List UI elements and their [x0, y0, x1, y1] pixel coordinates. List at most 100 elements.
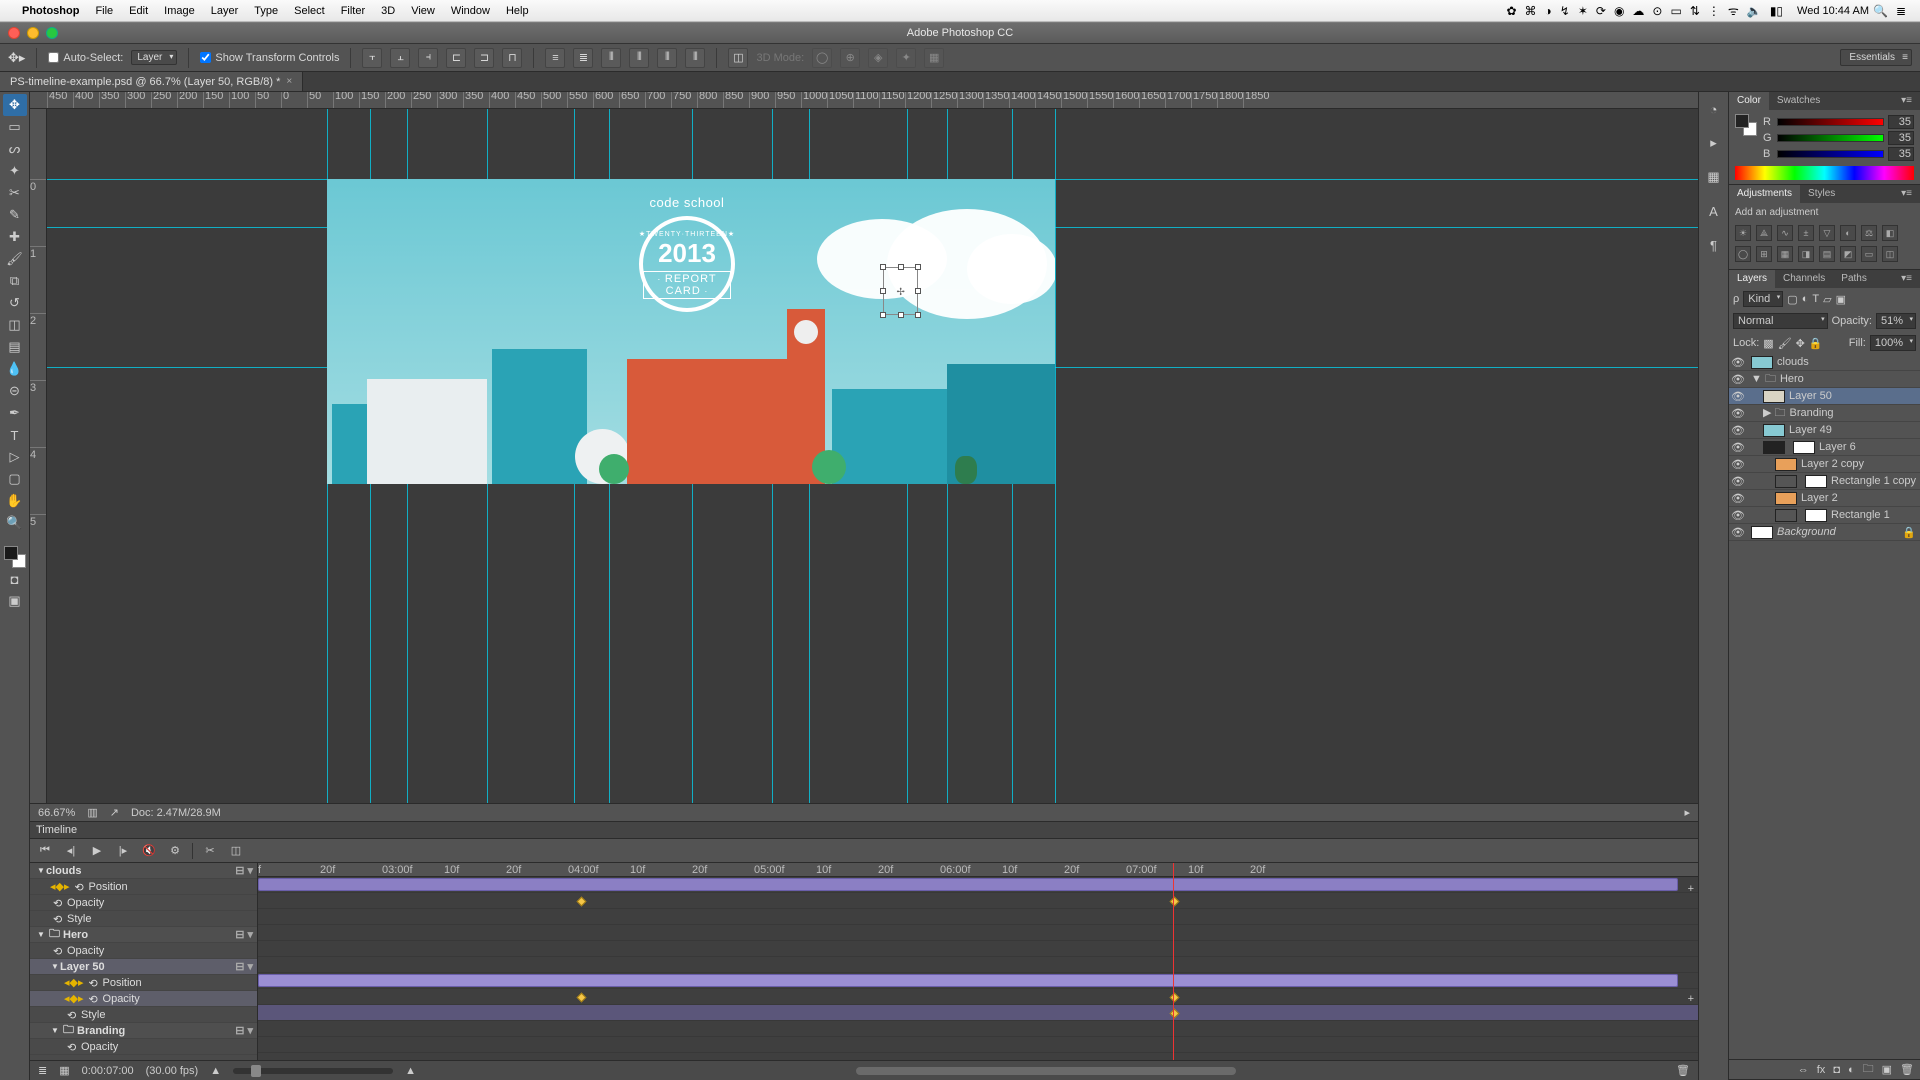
mask-icon[interactable]: ◘	[1833, 1064, 1840, 1076]
vertical-ruler[interactable]: 012345	[30, 109, 47, 803]
character-panel-icon[interactable]: A	[1703, 200, 1725, 222]
layer-filter-kind[interactable]: Kind	[1743, 291, 1783, 307]
document-tab[interactable]: PS-timeline-example.psd @ 66.7% (Layer 5…	[0, 72, 303, 91]
timeline-menu-icon[interactable]: ≣	[38, 1064, 47, 1077]
zoom-out-icon[interactable]: ▲	[210, 1065, 221, 1077]
timeline-group-row[interactable]: ▼🗀Hero⊟ ▾	[30, 927, 257, 943]
color-spectrum[interactable]	[1735, 166, 1914, 180]
transform-selection[interactable]: ✢	[883, 267, 918, 315]
quickmask-icon[interactable]: ◘	[3, 568, 27, 590]
zoom-in-icon[interactable]: ▲	[405, 1065, 416, 1077]
actions-panel-icon[interactable]: ▸	[1703, 132, 1725, 154]
path-select-tool[interactable]: ▷	[3, 446, 27, 468]
filter-adjust-icon[interactable]: ◐	[1802, 293, 1809, 305]
layer-row[interactable]: 👁clouds	[1729, 354, 1920, 371]
distribute-icon[interactable]: ⦀	[629, 48, 649, 68]
timeline-track[interactable]	[258, 1037, 1698, 1053]
status-icon[interactable]: ⊙	[1652, 4, 1662, 18]
r-slider[interactable]	[1777, 118, 1884, 126]
delete-layer-icon[interactable]: 🗑	[1900, 1063, 1914, 1076]
g-slider[interactable]	[1777, 134, 1884, 142]
tab-channels[interactable]: Channels	[1775, 270, 1833, 288]
status-icon[interactable]: ⟳	[1596, 4, 1606, 18]
align-icon[interactable]: ⊏	[446, 48, 466, 68]
minimize-button[interactable]	[27, 27, 39, 39]
menubar-clock[interactable]: Wed 10:44 AM	[1797, 5, 1869, 17]
spotlight-icon[interactable]: 🔍	[1873, 4, 1888, 18]
app-name[interactable]: Photoshop	[22, 5, 79, 17]
menu-type[interactable]: Type	[254, 5, 278, 17]
visibility-icon[interactable]: 👁	[1729, 458, 1747, 471]
visibility-icon[interactable]: 👁	[1729, 492, 1747, 505]
move-tool[interactable]: ✥	[3, 94, 27, 116]
shape-tool[interactable]: ▢	[3, 468, 27, 490]
lock-trans-icon[interactable]: ▩	[1763, 337, 1773, 350]
close-button[interactable]	[8, 27, 20, 39]
go-start-icon[interactable]: ⏮	[36, 843, 54, 859]
adj-invert-icon[interactable]: ◨	[1798, 246, 1814, 262]
layer-row[interactable]: 👁Layer 50	[1729, 388, 1920, 405]
properties-panel-icon[interactable]: ▦	[1703, 166, 1725, 188]
distribute-icon[interactable]: ≡	[545, 48, 565, 68]
prev-frame-icon[interactable]: ◂|	[62, 843, 80, 859]
timeline-scrollbar[interactable]	[856, 1067, 1236, 1075]
adj-balance-icon[interactable]: ⚖	[1861, 225, 1877, 241]
status-icon[interactable]: ▭	[1670, 4, 1681, 18]
status-icon[interactable]: ✿	[1506, 4, 1516, 18]
menu-view[interactable]: View	[411, 5, 435, 17]
r-value[interactable]: 35	[1888, 115, 1914, 129]
visibility-icon[interactable]: 👁	[1729, 509, 1747, 522]
blend-mode-select[interactable]: Normal	[1733, 313, 1828, 329]
timeline-track[interactable]	[258, 893, 1698, 909]
timeline-prop-row[interactable]: ◂◆▸⟲Opacity	[30, 991, 257, 1007]
zoom-button[interactable]	[46, 27, 58, 39]
marquee-tool[interactable]: ▭	[3, 116, 27, 138]
show-transform-checkbox[interactable]: Show Transform Controls	[200, 52, 339, 64]
layer-row[interactable]: 👁Layer 6	[1729, 439, 1920, 456]
layer-row[interactable]: 👁Rectangle 1	[1729, 507, 1920, 524]
adj-gradmap-icon[interactable]: ▭	[1861, 246, 1877, 262]
status-icon[interactable]: ⇅	[1690, 4, 1700, 18]
transition-icon[interactable]: ◫	[227, 843, 245, 859]
timeline-tab[interactable]: Timeline	[36, 824, 77, 836]
adj-levels-icon[interactable]: ⟁	[1756, 225, 1772, 241]
menu-window[interactable]: Window	[451, 5, 490, 17]
paragraph-panel-icon[interactable]: ¶	[1703, 234, 1725, 256]
zoom-tool[interactable]: 🔍	[3, 512, 27, 534]
visibility-icon[interactable]: 👁	[1729, 407, 1747, 420]
menu-edit[interactable]: Edit	[129, 5, 148, 17]
timeline-prop-row[interactable]: ◂◆▸⟲Position	[30, 879, 257, 895]
play-icon[interactable]: ▶	[88, 843, 106, 859]
layer-row[interactable]: 👁Rectangle 1 copy	[1729, 473, 1920, 490]
adj-exposure-icon[interactable]: ±	[1798, 225, 1814, 241]
distribute-icon[interactable]: ⦀	[685, 48, 705, 68]
timeline-track[interactable]	[258, 909, 1698, 925]
distribute-icon[interactable]: ≣	[573, 48, 593, 68]
volume-icon[interactable]: 🔈	[1747, 4, 1762, 18]
wifi-icon[interactable]: ᯤ	[1728, 2, 1739, 19]
g-value[interactable]: 35	[1888, 131, 1914, 145]
panel-menu-icon[interactable]: ▾≡	[1893, 92, 1920, 110]
timeline-track[interactable]	[258, 1053, 1698, 1060]
statusbar-icon[interactable]: ↗	[110, 806, 119, 819]
timeline-track[interactable]	[258, 957, 1698, 973]
timeline-prop-row[interactable]: ⟲Opacity	[30, 943, 257, 959]
timeline-track[interactable]	[258, 973, 1698, 989]
menu-3d[interactable]: 3D	[381, 5, 395, 17]
close-tab-icon[interactable]: ×	[286, 76, 292, 87]
layer-row[interactable]: 👁Layer 2 copy	[1729, 456, 1920, 473]
wifi-icon[interactable]: ⋮	[1708, 4, 1720, 18]
tab-layers[interactable]: Layers	[1729, 270, 1775, 288]
zoom-level[interactable]: 66.67%	[38, 807, 75, 819]
visibility-icon[interactable]: 👁	[1729, 424, 1747, 437]
layer-row[interactable]: 👁Background🔒	[1729, 524, 1920, 541]
adj-threshold-icon[interactable]: ◩	[1840, 246, 1856, 262]
layer-row[interactable]: 👁▶ 🗀Branding	[1729, 405, 1920, 422]
timeline-group-row[interactable]: ▼🗀Branding⊟ ▾	[30, 1023, 257, 1039]
new-group-icon[interactable]: 🗀	[1863, 1060, 1874, 1079]
visibility-icon[interactable]: 👁	[1729, 373, 1747, 386]
layer-row[interactable]: 👁▼ 🗀Hero	[1729, 371, 1920, 388]
statusbar-flyout-icon[interactable]: ▸	[1684, 806, 1690, 819]
adj-poster-icon[interactable]: ▤	[1819, 246, 1835, 262]
timeline-prop-row[interactable]: ⟲Style	[30, 911, 257, 927]
